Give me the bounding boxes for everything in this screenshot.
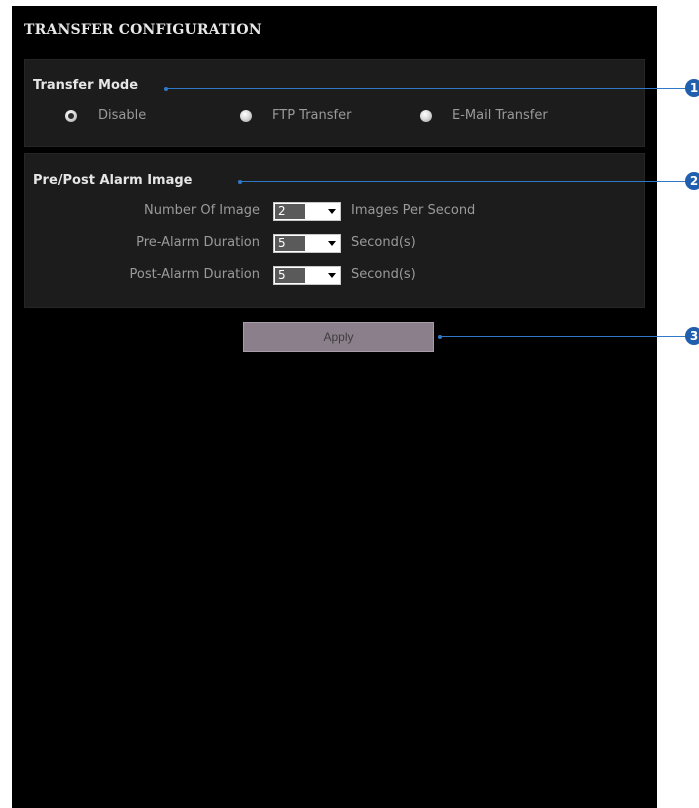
email-transfer-radio[interactable] — [420, 110, 432, 122]
apply-button[interactable]: Apply — [243, 322, 434, 352]
post-alarm-duration-label: Post-Alarm Duration — [129, 267, 260, 282]
post-alarm-duration-select[interactable]: 5 — [273, 266, 341, 285]
number-of-image-unit: Images Per Second — [351, 203, 476, 218]
number-of-image-label: Number Of Image — [143, 203, 260, 218]
callout-1-badge: 1 — [685, 79, 699, 97]
post-alarm-duration-unit: Second(s) — [351, 267, 416, 282]
pre-alarm-duration-value: 5 — [275, 236, 305, 251]
callout-2-leader — [240, 181, 686, 182]
ftp-transfer-label[interactable]: FTP Transfer — [272, 108, 351, 123]
chevron-down-icon[interactable] — [324, 203, 340, 220]
pre-alarm-duration-unit: Second(s) — [351, 235, 416, 250]
email-transfer-label[interactable]: E-Mail Transfer — [452, 108, 548, 123]
page-title: TRANSFER CONFIGURATION — [24, 22, 262, 38]
callout-2-badge: 2 — [685, 172, 699, 190]
pre-alarm-duration-select[interactable]: 5 — [273, 234, 341, 253]
post-alarm-duration-value: 5 — [275, 268, 305, 283]
pre-alarm-duration-label: Pre-Alarm Duration — [136, 235, 260, 250]
chevron-down-icon[interactable] — [324, 267, 340, 284]
disable-label[interactable]: Disable — [98, 108, 146, 123]
transfer-mode-section — [24, 59, 645, 147]
number-of-image-value: 2 — [275, 204, 305, 219]
transfer-mode-heading: Transfer Mode — [33, 78, 139, 93]
callout-3-badge: 3 — [685, 327, 699, 345]
ftp-transfer-radio[interactable] — [240, 110, 252, 122]
callout-3-leader — [440, 336, 686, 337]
alarm-image-heading: Pre/Post Alarm Image — [33, 173, 193, 188]
callout-1-leader — [166, 88, 686, 89]
number-of-image-select[interactable]: 2 — [273, 202, 341, 221]
disable-radio[interactable] — [65, 110, 77, 122]
chevron-down-icon[interactable] — [324, 235, 340, 252]
